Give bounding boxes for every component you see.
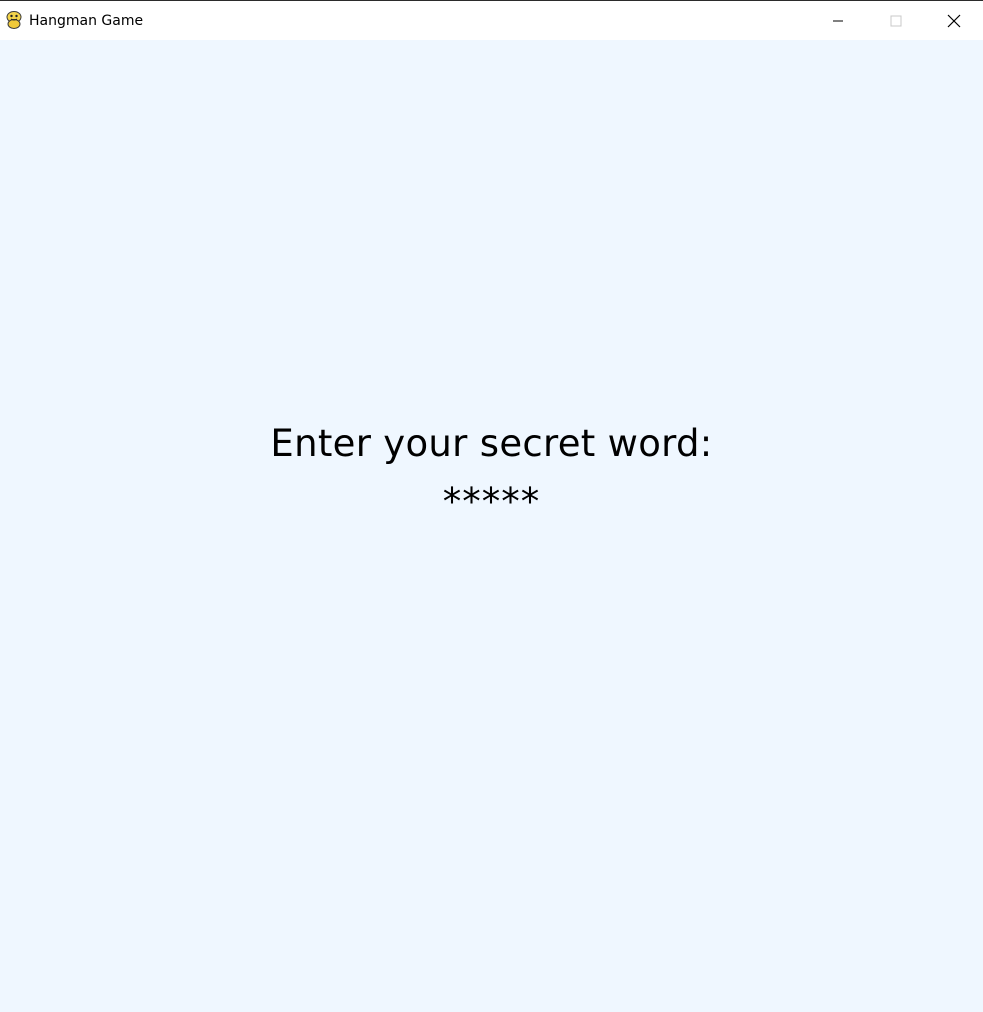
close-icon bbox=[947, 14, 961, 28]
game-canvas[interactable]: Enter your secret word: ***** bbox=[0, 40, 983, 1012]
minimize-icon bbox=[832, 15, 844, 27]
title-bar[interactable]: Hangman Game bbox=[0, 1, 983, 40]
window-title: Hangman Game bbox=[29, 13, 144, 29]
window-controls bbox=[809, 1, 983, 40]
maximize-button[interactable] bbox=[867, 1, 925, 40]
close-button[interactable] bbox=[925, 1, 983, 40]
maximize-icon bbox=[890, 15, 902, 27]
minimize-button[interactable] bbox=[809, 1, 867, 40]
hangman-window: Hangman Game Enter your secret word: ***… bbox=[0, 0, 983, 1012]
secret-word-prompt: Enter your secret word: bbox=[270, 422, 713, 465]
masked-secret-input[interactable]: ***** bbox=[0, 480, 983, 524]
python-snake-icon bbox=[4, 10, 24, 30]
